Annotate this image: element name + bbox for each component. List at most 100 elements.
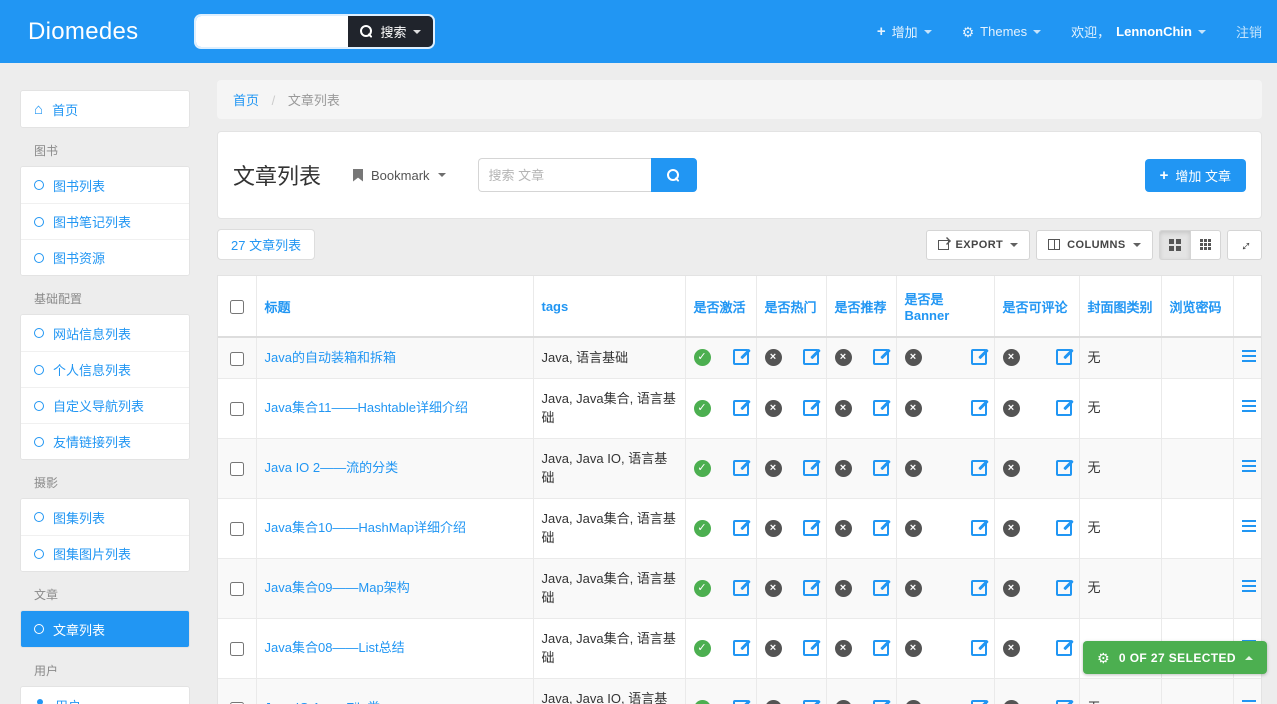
export-dropdown-button[interactable]: EXPORT — [926, 230, 1031, 260]
header-is-hot[interactable]: 是否热门 — [756, 276, 826, 337]
edit-icon[interactable] — [873, 641, 888, 656]
article-title-link[interactable]: Java集合10——HashMap详细介绍 — [265, 520, 467, 535]
row-checkbox[interactable] — [230, 462, 244, 476]
detail-list-icon[interactable] — [1242, 580, 1256, 592]
row-checkbox[interactable] — [230, 582, 244, 596]
edit-icon[interactable] — [803, 581, 818, 596]
navbar-search-button[interactable]: 搜索 — [348, 16, 433, 47]
edit-icon[interactable] — [873, 461, 888, 476]
article-title-link[interactable]: Java集合09——Map架构 — [265, 580, 410, 595]
sidebar-item-article-list[interactable]: 文章列表 — [21, 611, 189, 647]
edit-icon[interactable] — [733, 401, 748, 416]
edit-icon[interactable] — [971, 701, 986, 704]
sidebar-item-book-resource[interactable]: 图书资源 — [21, 239, 189, 275]
header-is-active[interactable]: 是否激活 — [685, 276, 756, 337]
sidebar: ⌂首页图书图书列表图书笔记列表图书资源基础配置网站信息列表个人信息列表自定义导航… — [20, 90, 190, 704]
detail-list-icon[interactable] — [1242, 350, 1256, 362]
article-title-link[interactable]: Java集合08——List总结 — [265, 640, 405, 655]
article-title-link[interactable]: Java IO 1——File类 — [265, 700, 381, 704]
header-tags[interactable]: tags — [533, 276, 685, 337]
result-count-button[interactable]: 27 文章列表 — [217, 229, 315, 260]
edit-icon[interactable] — [873, 521, 888, 536]
sidebar-item-gallery-list[interactable]: 图集列表 — [21, 499, 189, 535]
sidebar-item-home[interactable]: ⌂首页 — [21, 91, 189, 127]
edit-icon[interactable] — [803, 641, 818, 656]
edit-icon[interactable] — [733, 701, 748, 704]
article-title-link[interactable]: Java集合11——Hashtable详细介绍 — [265, 400, 469, 415]
row-checkbox[interactable] — [230, 522, 244, 536]
header-cover-type[interactable]: 封面图类别 — [1079, 276, 1161, 337]
edit-icon[interactable] — [971, 461, 986, 476]
article-search-button[interactable] — [651, 158, 697, 192]
edit-icon[interactable] — [971, 401, 986, 416]
x-circle-icon: × — [835, 400, 852, 417]
x-circle-icon: × — [1003, 349, 1020, 366]
grid-view-small-button[interactable] — [1190, 230, 1221, 260]
header-view-password[interactable]: 浏览密码 — [1161, 276, 1233, 337]
edit-icon[interactable] — [803, 401, 818, 416]
sidebar-item-personal-info-list[interactable]: 个人信息列表 — [21, 351, 189, 387]
brand-logo[interactable]: Diomedes — [28, 18, 138, 46]
header-title[interactable]: 标题 — [256, 276, 533, 337]
chevron-down-icon — [1033, 30, 1041, 34]
edit-icon[interactable] — [733, 581, 748, 596]
breadcrumb-home-link[interactable]: 首页 — [233, 93, 259, 108]
navbar-search-input[interactable] — [196, 16, 348, 47]
add-article-button[interactable]: + 增加 文章 — [1145, 159, 1246, 192]
edit-icon[interactable] — [873, 701, 888, 704]
edit-icon[interactable] — [971, 350, 986, 365]
edit-icon[interactable] — [971, 521, 986, 536]
edit-icon[interactable] — [733, 350, 748, 365]
edit-icon[interactable] — [733, 641, 748, 656]
edit-icon[interactable] — [803, 350, 818, 365]
edit-icon[interactable] — [873, 581, 888, 596]
selected-actions-button[interactable]: ⚙ 0 OF 27 SELECTED — [1083, 641, 1267, 674]
sidebar-item-site-info-list[interactable]: 网站信息列表 — [21, 315, 189, 351]
edit-icon[interactable] — [1056, 701, 1071, 704]
sidebar-item-book-note-list[interactable]: 图书笔记列表 — [21, 203, 189, 239]
edit-icon[interactable] — [1056, 581, 1071, 596]
edit-icon[interactable] — [1056, 401, 1071, 416]
logout-link[interactable]: 注销 — [1236, 22, 1262, 41]
navbar-themes-dropdown[interactable]: ⚙ Themes — [962, 24, 1042, 39]
columns-dropdown-button[interactable]: COLUMNS — [1036, 230, 1152, 260]
circle-icon — [34, 365, 44, 375]
row-checkbox[interactable] — [230, 642, 244, 656]
edit-icon[interactable] — [1056, 641, 1071, 656]
header-is-recommend[interactable]: 是否推荐 — [826, 276, 896, 337]
edit-icon[interactable] — [1056, 350, 1071, 365]
edit-icon[interactable] — [873, 350, 888, 365]
edit-icon[interactable] — [1056, 521, 1071, 536]
row-checkbox[interactable] — [230, 402, 244, 416]
edit-icon[interactable] — [803, 521, 818, 536]
navbar-user-dropdown[interactable]: 欢迎， LennonChin — [1071, 22, 1206, 41]
fullscreen-button[interactable]: ↔ — [1227, 230, 1262, 260]
article-title-link[interactable]: Java IO 2——流的分类 — [265, 460, 399, 475]
detail-list-icon[interactable] — [1242, 700, 1256, 704]
edit-icon[interactable] — [733, 461, 748, 476]
row-checkbox[interactable] — [230, 352, 244, 366]
edit-icon[interactable] — [1056, 461, 1071, 476]
article-title-link[interactable]: Java的自动装箱和拆箱 — [265, 350, 396, 365]
navbar-add-dropdown[interactable]: + 增加 — [877, 22, 932, 41]
header-can-comment[interactable]: 是否可评论 — [994, 276, 1079, 337]
article-search-input[interactable] — [478, 158, 651, 192]
grid-view-large-button[interactable] — [1159, 230, 1191, 260]
sidebar-item-friend-link-list[interactable]: 友情链接列表 — [21, 423, 189, 459]
sidebar-item-book-list[interactable]: 图书列表 — [21, 167, 189, 203]
select-all-checkbox[interactable] — [230, 300, 244, 314]
edit-icon[interactable] — [733, 521, 748, 536]
edit-icon[interactable] — [971, 641, 986, 656]
detail-list-icon[interactable] — [1242, 520, 1256, 532]
edit-icon[interactable] — [803, 701, 818, 704]
bookmark-dropdown[interactable]: Bookmark — [353, 168, 446, 183]
edit-icon[interactable] — [803, 461, 818, 476]
edit-icon[interactable] — [873, 401, 888, 416]
sidebar-item-custom-nav-list[interactable]: 自定义导航列表 — [21, 387, 189, 423]
header-is-banner[interactable]: 是否是Banner — [896, 276, 994, 337]
detail-list-icon[interactable] — [1242, 460, 1256, 472]
edit-icon[interactable] — [971, 581, 986, 596]
sidebar-item-user[interactable]: 用户 — [21, 687, 189, 704]
sidebar-item-gallery-image-list[interactable]: 图集图片列表 — [21, 535, 189, 571]
detail-list-icon[interactable] — [1242, 400, 1256, 412]
